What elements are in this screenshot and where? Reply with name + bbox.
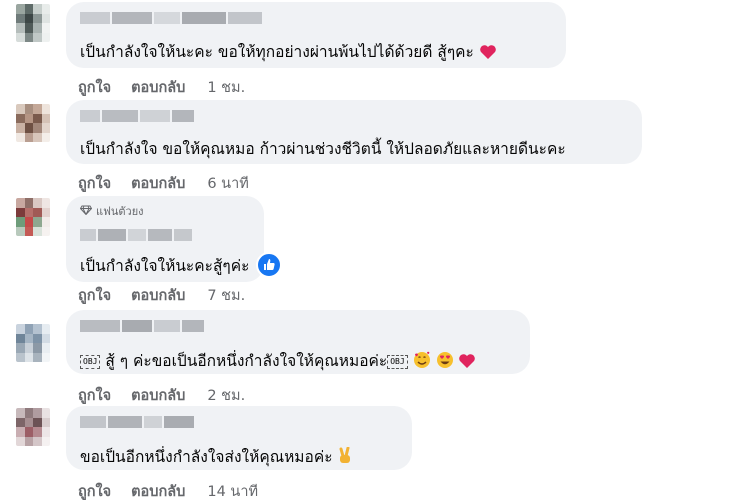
- like-link[interactable]: ถูกใจ: [78, 480, 111, 503]
- smiling-face-with-hearts-emoji: [413, 351, 431, 373]
- heart-eyes-emoji: [436, 351, 454, 373]
- comment-bubble: OBJ สู้ ๆ ค่ะขอเป็นอีกหนึ่งกำลังใจให้คุณ…: [66, 310, 530, 374]
- reply-link[interactable]: ตอบกลับ: [131, 76, 185, 99]
- comment-actions: ถูกใจ ตอบกลับ 14 นาที: [78, 480, 258, 503]
- commenter-name-blurred[interactable]: [80, 415, 194, 429]
- like-link[interactable]: ถูกใจ: [78, 76, 111, 99]
- avatar[interactable]: [16, 408, 50, 446]
- comment-bubble: เป็นกำลังใจ ขอให้คุณหมอ ก้าวผ่านช่วงชีวิ…: [66, 100, 642, 164]
- commenter-name-blurred[interactable]: [80, 319, 204, 333]
- comment-2: เป็นกำลังใจ ขอให้คุณหมอ ก้าวผ่านช่วงชีวิ…: [0, 98, 730, 198]
- avatar[interactable]: [16, 104, 50, 142]
- comment-5: ขอเป็นอีกหนึ่งกำลังใจส่งให้คุณหมอค่ะ ถูก…: [0, 404, 730, 500]
- like-link[interactable]: ถูกใจ: [78, 172, 111, 195]
- timestamp[interactable]: 7 ชม.: [207, 284, 245, 307]
- comment-actions: ถูกใจ ตอบกลับ 1 ชม.: [78, 76, 245, 99]
- commenter-name-blurred[interactable]: [80, 228, 192, 242]
- comment-bubble: แฟนตัวยง เป็นกำลังใจให้นะคะสู้ๆค่ะ: [66, 196, 264, 282]
- victory-hand-emoji: [337, 446, 353, 469]
- top-fan-badge[interactable]: แฟนตัวยง: [79, 202, 144, 220]
- comment-bubble: ขอเป็นอีกหนึ่งกำลังใจส่งให้คุณหมอค่ะ: [66, 406, 412, 470]
- timestamp[interactable]: 6 นาที: [207, 172, 248, 195]
- like-link[interactable]: ถูกใจ: [78, 284, 111, 307]
- diamond-icon: [79, 205, 93, 218]
- avatar[interactable]: [16, 4, 50, 42]
- object-placeholder-glyph: OBJ: [387, 355, 408, 369]
- reply-link[interactable]: ตอบกลับ: [131, 172, 185, 195]
- comment-text: OBJ สู้ ๆ ค่ะขอเป็นอีกหนึ่งกำลังใจให้คุณ…: [80, 348, 476, 373]
- comment-bubble: เป็นกำลังใจให้นะคะ ขอให้ทุกอย่างผ่านพ้นไ…: [66, 2, 566, 68]
- badge-label: แฟนตัวยง: [96, 205, 144, 218]
- reply-link[interactable]: ตอบกลับ: [131, 480, 185, 503]
- comment-actions: ถูกใจ ตอบกลับ 7 ชม.: [78, 284, 245, 307]
- avatar[interactable]: [16, 198, 50, 236]
- timestamp[interactable]: 1 ชม.: [207, 76, 245, 99]
- timestamp[interactable]: 14 นาที: [207, 480, 258, 503]
- commenter-name-blurred[interactable]: [80, 11, 262, 25]
- reply-link[interactable]: ตอบกลับ: [131, 284, 185, 307]
- object-placeholder-glyph: OBJ: [80, 355, 101, 369]
- like-reaction-icon[interactable]: [256, 252, 282, 278]
- comment-4: OBJ สู้ ๆ ค่ะขอเป็นอีกหนึ่งกำลังใจให้คุณ…: [0, 308, 730, 406]
- commenter-name-blurred[interactable]: [80, 109, 194, 123]
- red-heart-emoji: [458, 353, 476, 373]
- comment-actions: ถูกใจ ตอบกลับ 6 นาที: [78, 172, 249, 195]
- comment-3: แฟนตัวยง เป็นกำลังใจให้นะคะสู้ๆค่ะ ถูกใจ…: [0, 196, 730, 308]
- comment-text: ขอเป็นอีกหนึ่งกำลังใจส่งให้คุณหมอค่ะ: [80, 444, 353, 469]
- comment-1: เป็นกำลังใจให้นะคะ ขอให้ทุกอย่างผ่านพ้นไ…: [0, 0, 730, 100]
- avatar[interactable]: [16, 324, 50, 362]
- comment-text: เป็นกำลังใจให้นะคะ ขอให้ทุกอย่างผ่านพ้นไ…: [80, 39, 497, 64]
- red-heart-emoji: [479, 44, 497, 64]
- comment-text: เป็นกำลังใจ ขอให้คุณหมอ ก้าวผ่านช่วงชีวิ…: [80, 140, 566, 158]
- comment-text: เป็นกำลังใจให้นะคะสู้ๆค่ะ: [80, 257, 250, 275]
